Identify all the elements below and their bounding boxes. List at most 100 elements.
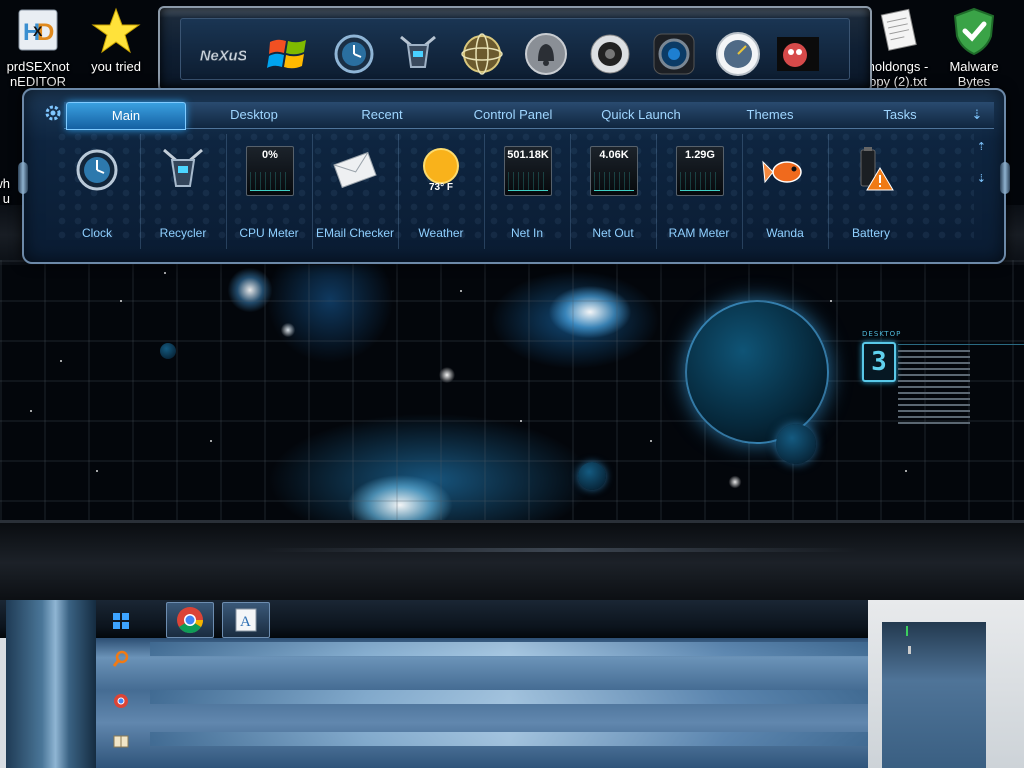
dock-item-camera[interactable] (650, 30, 698, 78)
launcher-item-wanda[interactable]: Wanda (742, 134, 829, 249)
meter-value: 501.18K (507, 149, 549, 161)
meter-value: 0% (262, 149, 278, 161)
hud-label: DESKTOP (862, 330, 902, 338)
launcher-item-clock[interactable]: Clock (54, 134, 141, 249)
meter-graph (680, 172, 720, 191)
launcher-item-net-in[interactable]: 501.18K Net In (484, 134, 571, 249)
launcher-right-knob (1000, 162, 1010, 194)
hud-divider (898, 344, 1024, 345)
hex-editor-icon: H D X (18, 9, 58, 51)
slot-label: Net Out (592, 226, 634, 240)
dock-item-game[interactable] (774, 30, 822, 78)
launcher-item-cpu-meter[interactable]: 0% CPU Meter (226, 134, 313, 249)
email-icon (333, 151, 377, 189)
hud-text-line (898, 398, 970, 400)
launcher-item-recycler[interactable]: Recycler (140, 134, 227, 249)
scroll-up-icon[interactable]: ⇡ (977, 140, 986, 153)
desktop-icon-hxd[interactable]: H D X prdSEXnot nEDITOR (0, 6, 78, 89)
dock-item-bell[interactable] (522, 30, 570, 78)
camera-icon (653, 33, 695, 75)
taskbar-file-button[interactable]: A (222, 602, 270, 638)
cpu-meter-icon: 0% (246, 146, 294, 196)
scroll-down-icon[interactable]: ⇣ (977, 172, 986, 185)
tab-tasks[interactable]: Tasks (840, 102, 960, 128)
svg-text:X: X (33, 23, 43, 39)
slot-label: CPU Meter (239, 226, 299, 240)
planet-small (776, 424, 816, 464)
desktop-icon-malwarebytes[interactable]: Malware Bytes (934, 6, 1014, 89)
partial-label-text: u (2, 191, 10, 206)
game-character-icon (777, 37, 819, 71)
dock-item-speedometer[interactable] (714, 30, 762, 78)
star (60, 360, 62, 362)
windows-start-icon[interactable] (112, 612, 130, 630)
speaker-icon (590, 34, 630, 74)
dock-item-network[interactable] (458, 30, 506, 78)
tab-recent[interactable]: Recent (322, 102, 442, 128)
chrome-icon (177, 607, 204, 634)
search-icon[interactable] (112, 650, 130, 668)
ram-meter-icon: 1.29G (676, 146, 724, 196)
tab-desktop[interactable]: Desktop (194, 102, 314, 128)
battery-warning-icon (860, 147, 894, 191)
star (210, 440, 212, 442)
desktop-icon-label: Bytes (957, 74, 991, 89)
launcher-panel: Main Desktop Recent Control Panel Quick … (18, 88, 1010, 264)
slot-label: Wanda (766, 226, 804, 240)
hud-text-line (898, 386, 970, 388)
hud-text-line (898, 410, 970, 412)
hud-text-line (898, 380, 970, 382)
document-icon: A (235, 608, 257, 632)
speedometer-icon (716, 32, 760, 76)
net-in-icon: 501.18K (504, 146, 552, 196)
taskbar: A (0, 600, 1024, 768)
launcher-item-net-out[interactable]: 4.06K Net Out (570, 134, 657, 249)
book-icon[interactable] (112, 732, 130, 750)
star (164, 272, 166, 274)
slot-label: EMail Checker (315, 226, 395, 240)
clock-icon (334, 34, 374, 74)
launcher-item-ram-meter[interactable]: 1.29G RAM Meter (656, 134, 743, 249)
launcher-item-email-checker[interactable]: EMail Checker (312, 134, 399, 249)
taskbar-right-panel (882, 622, 986, 768)
text-file-icon (880, 8, 917, 51)
launcher-tabs: Main Desktop Recent Control Panel Quick … (64, 102, 994, 130)
launcher-item-weather[interactable]: 73° F Weather (398, 134, 485, 249)
tabs-scroll-down-icon[interactable]: ⇣ (964, 102, 990, 128)
tray-indicator (908, 646, 911, 654)
tab-themes[interactable]: Themes (710, 102, 830, 128)
dock-item-windows[interactable] (264, 30, 312, 78)
slot-label: Battery (851, 226, 890, 240)
chrome-small-icon[interactable] (112, 692, 130, 710)
wallpaper-bezel-line (260, 548, 860, 552)
clock-icon (76, 149, 118, 191)
tab-quick-launch[interactable]: Quick Launch (576, 102, 706, 128)
desktop-icon-label: Malware (949, 59, 999, 74)
gear-icon[interactable] (44, 104, 62, 122)
star (830, 300, 832, 302)
launcher-item-battery[interactable]: Battery (828, 134, 914, 249)
desktop-icon-label: prdSEXnot (6, 59, 70, 74)
desktop-icon-you-tried[interactable]: you tried (76, 6, 156, 74)
taskbar-stripe (150, 642, 868, 656)
slot-label: Net In (510, 226, 543, 240)
dock-item-nexus[interactable]: NeXuS (198, 30, 246, 78)
tab-control-panel[interactable]: Control Panel (448, 102, 578, 128)
star (96, 470, 98, 472)
meter-graph (594, 172, 634, 191)
dock-item-clock[interactable] (330, 30, 378, 78)
tab-main[interactable]: Main (66, 102, 186, 130)
recycler-icon (163, 148, 203, 187)
hud-text-line (898, 356, 970, 358)
desktop-icon-label: nEDITOR (9, 74, 67, 89)
taskbar-chrome-button[interactable] (166, 602, 214, 638)
slot-label: Clock (81, 226, 112, 240)
partial-label-text: wh (0, 176, 10, 191)
windows-logo-icon (267, 39, 306, 69)
slot-label: Weather (418, 226, 464, 240)
dock-item-speaker[interactable] (586, 30, 634, 78)
star (905, 470, 907, 472)
dock-item-recycler[interactable] (394, 30, 442, 78)
wallpaper-bezel (0, 520, 1024, 600)
nexus-logo-icon: NeXuS (200, 48, 246, 65)
